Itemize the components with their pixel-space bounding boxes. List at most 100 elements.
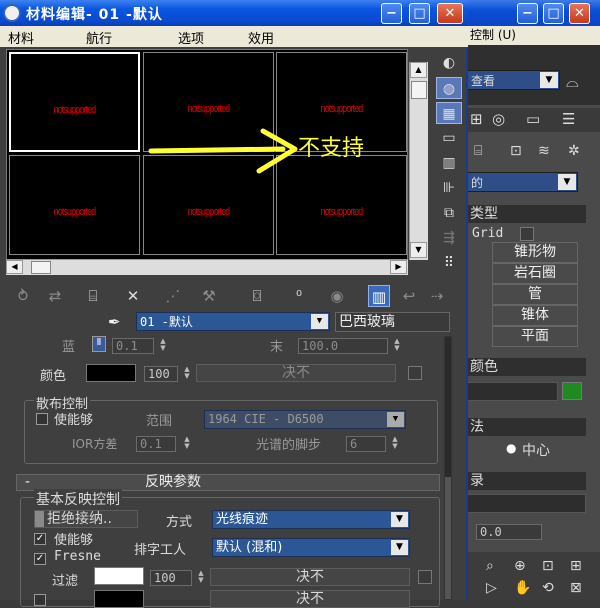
material-id-channel-icon[interactable]: ⁰ xyxy=(288,285,310,307)
object-color-swatch[interactable] xyxy=(562,382,582,400)
worker-dropdown[interactable]: 默认 (混和) ▼ xyxy=(212,538,410,557)
zoom-extents-icon[interactable]: ⊡ xyxy=(542,558,554,574)
options-icon[interactable]: ⧉ xyxy=(436,202,462,224)
ior-variance-spinner[interactable]: 0.1 xyxy=(136,436,176,452)
bg-record-header[interactable]: 录 xyxy=(466,472,586,490)
color-amount-spinner[interactable]: 100 xyxy=(144,366,178,382)
bg-name-field[interactable] xyxy=(466,382,558,401)
bg-view-dropdown[interactable]: 查看 ▼ xyxy=(466,70,560,90)
reflection-enable-checkbox[interactable]: ✓ xyxy=(34,533,46,545)
bg-button-tube[interactable]: 管 xyxy=(492,284,578,305)
select-by-material-icon[interactable]: ⇶ xyxy=(436,227,462,249)
systems-icon[interactable]: ✲ xyxy=(568,143,580,159)
bg-close-button[interactable]: ✕ xyxy=(569,3,590,24)
range-dropdown[interactable]: 1964 CIE - D6500 ▼ xyxy=(204,410,406,429)
pan-icon[interactable]: ✋ xyxy=(514,580,531,596)
background-checker-icon[interactable]: ▦ xyxy=(436,102,462,124)
orbit-icon[interactable]: ⟲ xyxy=(542,580,554,596)
menu-options[interactable]: 选项 xyxy=(178,28,204,47)
zoom-icon[interactable]: ⌕ xyxy=(486,558,494,574)
camera2-icon[interactable]: ⊡ xyxy=(510,143,522,159)
bg-method-header[interactable]: 法 xyxy=(466,418,586,436)
bottom-checkbox[interactable] xyxy=(34,594,46,606)
menu-material[interactable]: 材料 xyxy=(8,28,34,47)
titlebar[interactable]: 材料编辑- 01 -默认 − □ ✕ xyxy=(0,0,468,26)
bg-spinner[interactable]: 0.0 xyxy=(476,524,542,540)
teapot-icon[interactable]: ⌓ xyxy=(566,72,579,92)
bg-type-header[interactable]: 类型 xyxy=(466,205,586,223)
horizontal-scroll-thumb[interactable] xyxy=(31,261,51,274)
maximize-viewport-icon[interactable]: ⊠ xyxy=(570,580,582,596)
menu-utilities[interactable]: 效用 xyxy=(248,28,274,47)
spacewarp-icon[interactable]: ≋ xyxy=(538,143,550,159)
lock-icon[interactable]: Ⅱ xyxy=(92,336,106,352)
motion-tab-icon[interactable]: ◎ xyxy=(492,110,505,128)
make-preview-icon[interactable]: ⊪ xyxy=(436,177,462,199)
hierarchy-tab-icon[interactable]: ⊞ xyxy=(470,110,483,128)
bg-maximize-button[interactable]: □ xyxy=(543,3,564,24)
bg-color-header[interactable]: 颜色 xyxy=(466,358,586,376)
preview-horizontal-scrollbar[interactable]: ◀ ▶ xyxy=(6,259,408,275)
spinner-arrows-icon[interactable]: ▲ ▼ xyxy=(392,338,402,354)
filter-map-toggle[interactable] xyxy=(418,570,432,584)
sample-uv-icon[interactable]: ▭ xyxy=(436,127,462,149)
sample-type-icon[interactable]: ◐ xyxy=(436,52,462,74)
spinner-arrows-icon[interactable]: ▲ ▼ xyxy=(158,338,168,354)
bottom-color-swatch[interactable] xyxy=(94,590,144,608)
spinner-arrows-icon[interactable]: ▲ ▼ xyxy=(182,366,192,382)
bg-button-plane[interactable]: 平面 xyxy=(492,326,578,347)
make-copy-icon[interactable]: ⋰ xyxy=(162,285,184,307)
vertical-scroll-thumb[interactable] xyxy=(411,81,427,99)
reset-map-icon[interactable]: ✕ xyxy=(122,285,144,307)
fresnel-checkbox[interactable]: ✓ xyxy=(34,553,46,565)
minimize-button[interactable]: − xyxy=(381,3,402,24)
params-scroll-thumb[interactable] xyxy=(445,337,451,477)
blue-spinner[interactable]: 0.1 xyxy=(112,338,154,354)
bg-menu-item-control[interactable]: 控制 (U) xyxy=(466,26,600,45)
zoom-extents-all-icon[interactable]: ⊞ xyxy=(570,558,582,574)
radio-icon[interactable]: ● xyxy=(506,441,516,455)
color-map-button[interactable]: 决不 xyxy=(196,364,396,382)
camera-icon[interactable]: ⌸ xyxy=(474,143,482,159)
go-forward-sibling-icon[interactable]: ⇢ xyxy=(426,285,448,307)
bg-minimize-button[interactable]: − xyxy=(517,3,538,24)
material-navigator-icon[interactable]: ⠿ xyxy=(436,252,462,274)
scroll-down-arrow-icon[interactable]: ▼ xyxy=(410,242,427,258)
show-map-icon[interactable]: ◉ xyxy=(326,285,348,307)
reject-button[interactable]: 拒绝接纳.. xyxy=(34,510,138,528)
video-color-check-icon[interactable]: ▥ xyxy=(436,152,462,174)
make-unique-icon[interactable]: ⚒ xyxy=(198,285,220,307)
menu-navigation[interactable]: 航行 xyxy=(86,28,112,47)
bg-button-cone[interactable]: 锥形物 xyxy=(492,242,578,263)
sample-slot-4[interactable]: notsupported xyxy=(9,155,140,255)
display-tab-icon[interactable]: ▭ xyxy=(526,110,540,128)
assign-to-selection-icon[interactable]: ⌸ xyxy=(82,285,104,307)
preview-vertical-scrollbar[interactable]: ▲ ▼ xyxy=(409,62,428,260)
params-scrollbar[interactable] xyxy=(444,336,452,600)
autogrid-checkbox[interactable] xyxy=(520,227,534,241)
filter-color-swatch[interactable] xyxy=(94,567,144,585)
get-material-icon[interactable]: ⥁ xyxy=(12,285,34,307)
filter-amount-spinner[interactable]: 100 xyxy=(150,570,192,586)
bottom-map-button[interactable]: 决不 xyxy=(210,590,410,608)
zoom-all-icon[interactable]: ⊕ xyxy=(514,558,526,574)
maximize-button[interactable]: □ xyxy=(409,3,430,24)
color-map-toggle[interactable] xyxy=(408,366,422,380)
go-to-parent-icon[interactable]: ↩ xyxy=(398,285,420,307)
put-to-library-icon[interactable]: ⌼ xyxy=(246,285,268,307)
show-end-result-icon[interactable]: ▥ xyxy=(368,285,390,307)
eyedropper-icon[interactable]: ✒ xyxy=(108,313,121,331)
utilities-tab-icon[interactable]: ☰ xyxy=(562,110,575,128)
end-spinner[interactable]: 100.0 xyxy=(298,338,388,354)
dispersion-enable-checkbox[interactable] xyxy=(36,413,48,425)
bg-empty-field[interactable] xyxy=(466,494,586,513)
backlight-icon[interactable]: ◍ xyxy=(436,77,462,99)
scroll-right-arrow-icon[interactable]: ▶ xyxy=(390,260,407,274)
close-button[interactable]: ✕ xyxy=(437,3,463,24)
material-name-field[interactable]: 01 -默认 ▼ xyxy=(136,312,330,331)
bg-object-dropdown[interactable]: 的 ▼ xyxy=(466,172,578,192)
fov-icon[interactable]: ▷ xyxy=(486,580,497,596)
spectral-steps-spinner[interactable]: 6 xyxy=(346,436,386,452)
mode-dropdown[interactable]: 光线痕迹 ▼ xyxy=(212,510,410,529)
bg-button-pyramid[interactable]: 锥体 xyxy=(492,305,578,326)
